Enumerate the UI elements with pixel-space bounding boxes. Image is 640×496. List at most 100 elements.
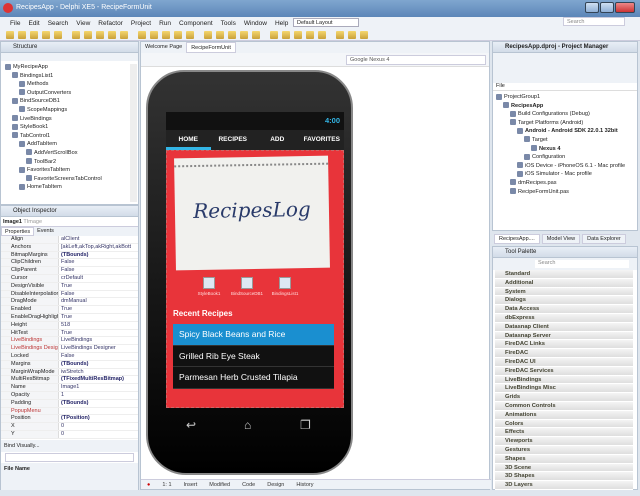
project-node[interactable]: Configuration [496, 153, 635, 162]
toolbar-button-icon[interactable] [54, 31, 62, 39]
right-tab-0[interactable]: RecipesApp.... [494, 234, 540, 244]
structure-node[interactable]: StyleBook1 [5, 123, 128, 132]
toolbar-button-icon[interactable] [120, 31, 128, 39]
project-node[interactable]: iOS Device - iPhoneOS 6.1 - Mac profile [496, 162, 635, 171]
home-icon[interactable]: ⌂ [244, 418, 251, 432]
property-row[interactable]: Padding (TBounds) [1, 399, 138, 408]
palette-category[interactable]: Datasnap Server [495, 331, 633, 341]
property-row[interactable]: MarginWrapMode iwStretch [1, 368, 138, 377]
menu-search[interactable]: Search [48, 20, 69, 27]
property-row[interactable]: ClipParent False [1, 267, 138, 275]
palette-category[interactable]: FireDAC Services [495, 366, 633, 376]
app-tab-recipes[interactable]: RECIPES [211, 130, 256, 150]
palette-category[interactable]: 3D Scene [495, 463, 633, 473]
recent-apps-icon[interactable]: ❐ [300, 418, 311, 432]
property-row[interactable]: BitmapMargins (TBounds) [1, 251, 138, 260]
menu-refactor[interactable]: Refactor [98, 20, 123, 27]
property-row[interactable]: Locked False [1, 352, 138, 361]
menu-edit[interactable]: Edit [28, 20, 39, 27]
property-value[interactable]: True [59, 283, 138, 290]
project-node[interactable]: Build Configurations (Debug) [496, 110, 635, 119]
property-value[interactable]: (TBounds) [59, 400, 138, 407]
component-bindingslist1[interactable]: BindingsList1 [269, 277, 301, 296]
toolbar-button-icon[interactable] [162, 31, 170, 39]
structure-node[interactable]: ToolBar2 [5, 158, 128, 167]
record-icon[interactable]: ● [147, 482, 150, 488]
toolbar-button-icon[interactable] [294, 31, 302, 39]
structure-node[interactable]: TabControl1 [5, 132, 128, 141]
project-node[interactable]: dmRecipes.pas [496, 179, 635, 188]
recipe-item[interactable]: Grilled Rib Eye Steak [173, 346, 334, 367]
toolbar-button-icon[interactable] [174, 31, 182, 39]
property-row[interactable]: DisableInterpolation False [1, 290, 138, 299]
property-value[interactable]: Image1 [59, 384, 138, 391]
palette-category[interactable]: FireDAC UI [495, 357, 633, 367]
property-value[interactable]: (TBounds) [59, 252, 138, 259]
tab-events[interactable]: Events [34, 227, 57, 236]
palette-category[interactable]: 3D Shapes [495, 472, 633, 482]
toolbar-button-icon[interactable] [270, 31, 278, 39]
menu-file[interactable]: File [10, 20, 20, 27]
close-button[interactable] [615, 2, 635, 13]
property-row[interactable]: Position (TPosition) [1, 415, 138, 424]
toolbar-button-icon[interactable] [72, 31, 80, 39]
structure-scrollbar[interactable] [130, 64, 137, 202]
structure-node[interactable]: FavoriteScreensTabControl [5, 175, 128, 184]
property-value[interactable]: False [59, 259, 138, 266]
property-value[interactable]: False [59, 267, 138, 274]
property-value[interactable]: dmManual [59, 298, 138, 305]
menu-project[interactable]: Project [131, 20, 151, 27]
toolbar-button-icon[interactable] [228, 31, 236, 39]
back-icon[interactable]: ↩ [186, 418, 196, 432]
toolbar-button-icon[interactable] [138, 31, 146, 39]
toolbar-button-icon[interactable] [150, 31, 158, 39]
property-row[interactable]: Height 518 [1, 321, 138, 330]
project-node[interactable]: Android - Android SDK 22.0.1 32bit [496, 127, 635, 136]
property-value[interactable]: LiveBindings Designer [59, 345, 138, 352]
structure-node[interactable]: Methods [5, 80, 128, 89]
bind-visually-link[interactable]: Bind Visually... [1, 440, 138, 452]
toolbar-button-icon[interactable] [96, 31, 104, 39]
palette-category[interactable]: Viewports [495, 437, 633, 446]
property-row[interactable]: MultiResBitmap (TFixedMultiResBitmap) [1, 376, 138, 385]
menu-component[interactable]: Component [179, 20, 213, 27]
minimize-button[interactable] [585, 2, 599, 13]
property-value[interactable]: True [59, 314, 138, 321]
recipe-item[interactable]: Parmesan Herb Crusted Tilapia [173, 367, 334, 389]
property-value[interactable]: 1 [59, 392, 138, 399]
structure-node[interactable]: AddVertScrollBox [5, 149, 128, 158]
palette-category[interactable]: Dialogs [495, 296, 633, 306]
structure-node[interactable]: AddTabItem [5, 140, 128, 149]
palette-category[interactable]: Datasnap Client [495, 322, 633, 332]
tab-properties[interactable]: Properties [1, 227, 35, 236]
palette-category[interactable]: dbExpress [495, 313, 633, 323]
menu-tools[interactable]: Tools [221, 20, 236, 27]
palette-category[interactable]: Grids [495, 393, 633, 402]
property-row[interactable]: PopupMenu [1, 407, 138, 416]
property-value[interactable]: [akLeft,akTop,akRight,akBott [59, 244, 138, 251]
structure-node[interactable]: OutputConverters [5, 89, 128, 98]
project-node[interactable]: Target [496, 136, 635, 145]
property-value[interactable]: (TBounds) [59, 361, 138, 368]
toolbar-button-icon[interactable] [336, 31, 344, 39]
palette-category[interactable]: 3D Layers [495, 481, 633, 490]
app-tab-favorites[interactable]: FAVORITES [300, 130, 345, 150]
property-row[interactable]: ClipChildren False [1, 259, 138, 268]
toolbar-button-icon[interactable] [6, 31, 14, 39]
property-value[interactable]: 0 [59, 423, 138, 430]
palette-category[interactable]: Colors [495, 419, 633, 429]
toolbar-button-icon[interactable] [348, 31, 356, 39]
component-bindsourcedb1[interactable]: BindSourceDB1 [231, 277, 263, 296]
palette-category[interactable]: System [495, 287, 633, 297]
property-value[interactable]: True [59, 330, 138, 337]
property-row[interactable]: DragMode dmManual [1, 298, 138, 307]
menu-run[interactable]: Run [159, 20, 171, 27]
toolbar-button-icon[interactable] [282, 31, 290, 39]
component-selector[interactable]: Image1 TImage [1, 217, 138, 227]
property-row[interactable]: Enabled True [1, 306, 138, 314]
project-node[interactable]: Target Platforms (Android) [496, 119, 635, 128]
property-row[interactable]: LiveBindings LiveBindings [1, 337, 138, 346]
property-row[interactable]: Name Image1 [1, 384, 138, 392]
project-node[interactable]: Nexus 4 [496, 145, 635, 154]
property-row[interactable]: Align alClient [1, 236, 138, 244]
